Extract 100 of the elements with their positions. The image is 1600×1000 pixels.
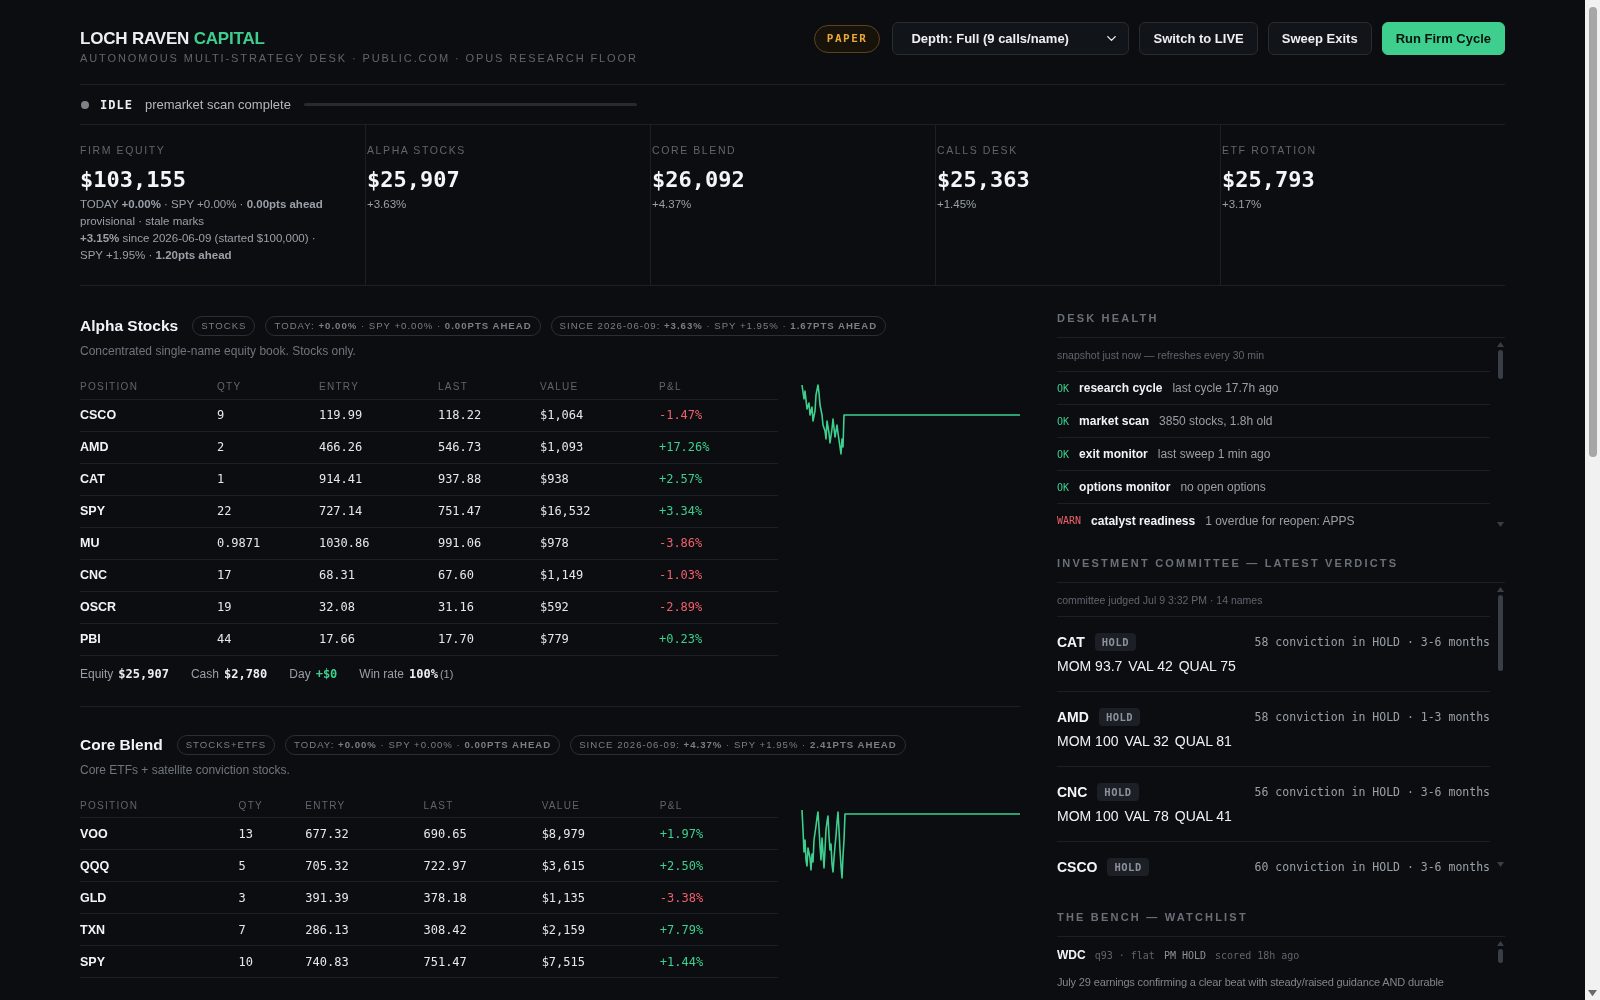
secondary-button[interactable]: Switch to LIVE (1139, 22, 1258, 55)
table-cell: 378.18 (423, 881, 542, 914)
ticker-cell: GLD (80, 881, 239, 914)
scroll-up-icon[interactable] (1496, 941, 1504, 946)
table-cell: 17.66 (318, 623, 438, 655)
scrollbar-thumb[interactable] (1497, 594, 1503, 671)
footer-stat: Win rate 100% (1) (359, 665, 454, 682)
table-cell: 17 (216, 559, 319, 591)
bench-symbol: WDC (1057, 948, 1086, 962)
check-name: catalyst readiness (1091, 513, 1196, 528)
page-scrollbar[interactable] (1585, 0, 1600, 1000)
stat-detail: +3.63% (367, 197, 408, 212)
scrollbar-thumb[interactable] (1497, 349, 1503, 379)
table-cell: 0.9871 (216, 527, 319, 559)
table-cell: 32.08 (318, 591, 438, 623)
verdict-badge: HOLD (1094, 633, 1137, 651)
verdict-symbol: AMD (1057, 709, 1089, 725)
status-label: IDLE (100, 97, 133, 112)
table-cell: 22 (216, 495, 319, 527)
committee-note: committee judged Jul 9 3:32 PM · 14 names (1057, 593, 1263, 606)
section-title: INVESTMENT COMMITTEE — LATEST VERDICTS (1057, 556, 1505, 583)
table-cell: 67.60 (437, 559, 540, 591)
column-header: QTY (238, 793, 306, 818)
score-text: VAL 78 (1124, 807, 1169, 825)
pnl-cell: -3.38% (659, 881, 778, 914)
table-cell: 19 (216, 591, 319, 623)
table-cell: 546.73 (437, 431, 540, 463)
table-cell: $978 (539, 527, 659, 559)
health-status: OK (1057, 382, 1070, 394)
scrollbar-thumb[interactable] (1497, 948, 1503, 963)
table-cell: 751.47 (423, 945, 542, 978)
column-header: POSITION (80, 793, 239, 818)
pnl-cell: +2.50% (659, 849, 778, 882)
verdict-symbol: CAT (1057, 634, 1085, 650)
check-detail: last sweep 1 min ago (1157, 447, 1271, 461)
ticker-cell: AMD (80, 431, 217, 463)
table-cell: $1,093 (539, 431, 659, 463)
stat-value: $25,907 (367, 167, 461, 193)
check-detail: last cycle 17.7h ago (1172, 381, 1279, 395)
table-cell: $938 (539, 463, 659, 495)
table-cell: 286.13 (305, 913, 424, 946)
score-text: MOM 93.7 (1057, 657, 1123, 675)
stat-label: ALPHA STOCKS (367, 144, 467, 157)
stat-value: $25,363 (937, 167, 1031, 193)
stat-detail: +4.37% (652, 197, 693, 212)
check-name: market scan (1079, 414, 1150, 428)
health-note: snapshot just now — refreshes every 30 min (1057, 348, 1265, 361)
footer-stat: Equity $25,907 (80, 665, 169, 682)
pnl-cell: +17.26% (658, 431, 778, 463)
scroll-up-icon[interactable] (1496, 342, 1504, 347)
book-description: Concentrated single-name equity book. Stocks only. (80, 343, 357, 359)
stat-detail: +1.45% (937, 197, 978, 212)
check-detail: no open options (1180, 480, 1266, 494)
bench-verdict: PM HOLD (1163, 949, 1207, 961)
score-text: MOM 100 (1057, 732, 1119, 750)
stat-label: FIRM EQUITY (80, 144, 167, 157)
scroll-down-icon[interactable] (1588, 989, 1597, 996)
verdict-badge: HOLD (1098, 708, 1141, 726)
depth-select[interactable]: Depth: Full (9 calls/name) (892, 22, 1130, 55)
table-cell: 7 (238, 913, 306, 946)
check-detail: 1 overdue for reopen: APPS (1205, 513, 1355, 528)
ticker-cell: VOO (80, 817, 239, 850)
table-cell: $16,532 (539, 495, 659, 527)
stat-detail: provisional · stale marks (80, 214, 205, 229)
book-description: Core ETFs + satellite conviction stocks. (80, 761, 291, 778)
table-cell: 690.65 (423, 817, 542, 850)
primary-button[interactable]: Run Firm Cycle (1381, 22, 1505, 55)
verdict-summary: 58 conviction in HOLD · 3-6 months (1254, 635, 1490, 649)
verdict-summary: 56 conviction in HOLD · 3-6 months (1254, 785, 1490, 799)
ticker-cell: QQQ (80, 849, 239, 882)
scrollbar-thumb[interactable] (1588, 7, 1597, 457)
score-text: QUAL 81 (1174, 732, 1232, 750)
subtitle: AUTONOMOUS MULTI-STRATEGY DESK · PUBLIC.COM · OPUS RESEARCH FLOOR (80, 51, 638, 65)
ticker-cell: OSCR (80, 591, 217, 623)
pnl-cell: -3.86% (658, 527, 778, 559)
column-header: LAST (423, 793, 542, 818)
ticker-cell: MU (80, 527, 217, 559)
verdict-summary: 58 conviction in HOLD · 1-3 months (1254, 710, 1490, 724)
verdict-badge: HOLD (1097, 783, 1139, 801)
stat-value: $103,155 (80, 167, 187, 193)
table-cell: 740.83 (305, 945, 424, 978)
table-cell: 10 (238, 945, 306, 978)
table-cell: 705.32 (305, 849, 424, 882)
check-name: exit monitor (1079, 447, 1148, 461)
secondary-button[interactable]: Sweep Exits (1267, 22, 1372, 55)
table-cell: $779 (539, 623, 659, 655)
table-cell: 727.14 (318, 495, 438, 527)
table-cell: 44 (216, 623, 319, 655)
status-message: premarket scan complete (144, 97, 291, 112)
column-header: ENTRY (305, 793, 424, 818)
scroll-up-icon[interactable] (1496, 587, 1504, 592)
table-cell: 31.16 (437, 591, 540, 623)
book-title: Alpha Stocks (80, 316, 179, 336)
stat-label: CALLS DESK (937, 144, 1019, 157)
table-cell: 308.42 (423, 913, 542, 946)
table-cell: 1 (216, 463, 319, 495)
check-name: options monitor (1079, 480, 1171, 494)
ticker-cell: SPY (80, 495, 217, 527)
column-header: LAST (437, 375, 540, 399)
score-text: VAL 42 (1128, 657, 1173, 675)
